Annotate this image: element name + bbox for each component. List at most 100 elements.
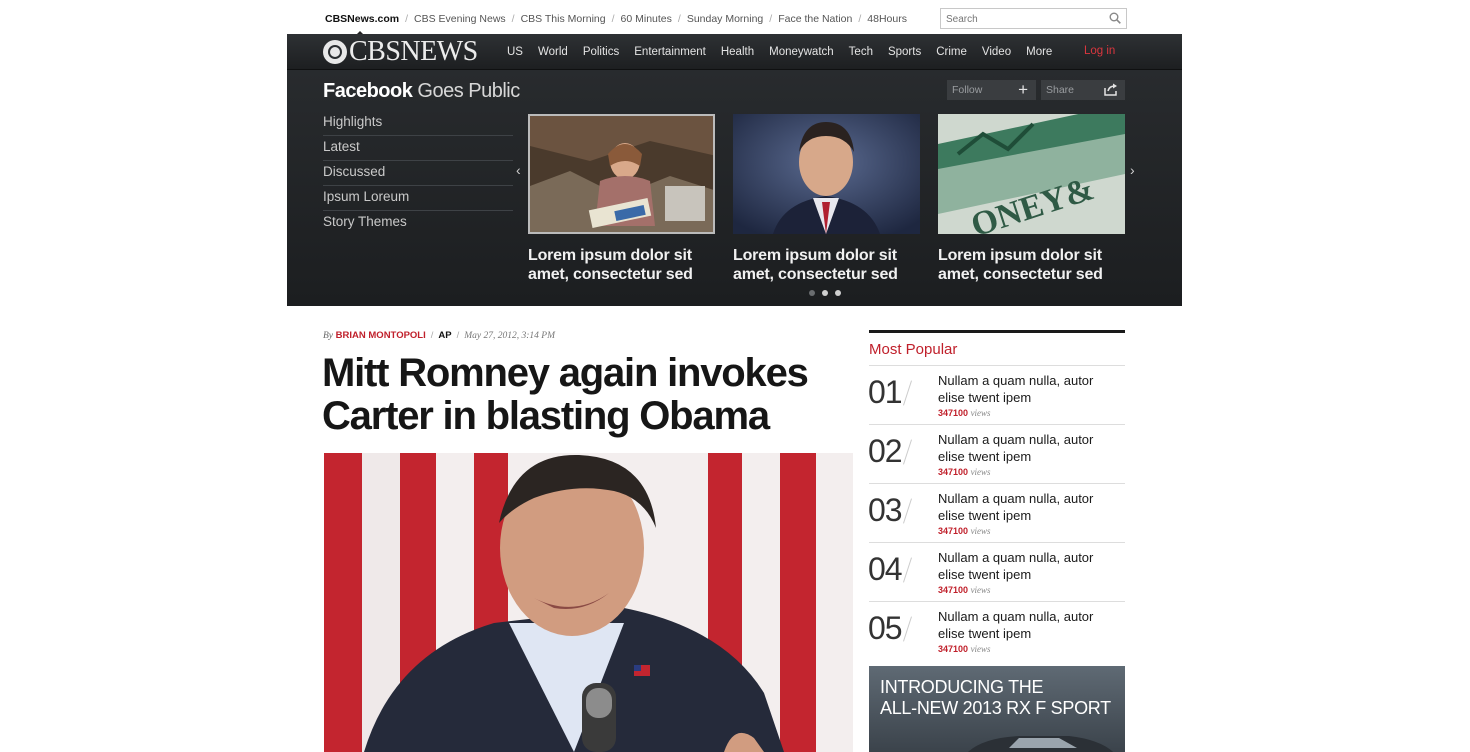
search-input[interactable] [946, 12, 1106, 26]
slide-image-romney-portrait [733, 114, 920, 234]
separator: / [677, 13, 681, 25]
slide-caption: Lorem ipsum dolor sit amet, consectetur … [733, 247, 898, 283]
author-link[interactable]: Brian Montopoli [336, 330, 426, 341]
menu-item-highlights[interactable]: Highlights [323, 112, 513, 136]
popular-rank: 03 [868, 492, 903, 528]
popular-item[interactable]: 05 Nullam a quam nulla, autor elise twen… [868, 602, 1125, 660]
separator: / [511, 13, 515, 25]
divider [903, 439, 912, 465]
link-60-minutes[interactable]: 60 Minutes [621, 13, 672, 25]
popular-views: 347100 views [938, 585, 991, 595]
ad-line-2: ALL-NEW 2013 RX F SPORT [880, 698, 1111, 718]
carousel-next-arrow-icon[interactable]: › [1130, 162, 1135, 178]
views-label: views [970, 526, 991, 536]
popular-rank: 01 [868, 374, 903, 410]
separator: / [858, 13, 862, 25]
carousel-dot-active[interactable] [822, 290, 828, 296]
logo-wordmark: CBSNEWS [349, 36, 478, 67]
popular-rank: 02 [868, 433, 903, 469]
network-links: CBSNews.com / CBS Evening News / CBS This Mo… [325, 13, 907, 25]
article-hero-image[interactable] [324, 453, 853, 752]
carousel-slide[interactable]: Lorem ipsum dolor sit amet, consectetur … [528, 114, 715, 284]
separator: / [430, 330, 434, 341]
divider [903, 498, 912, 524]
divider [903, 616, 912, 642]
link-cbsnews[interactable]: CBSNews.com [325, 13, 399, 25]
popular-headline[interactable]: Nullam a quam nulla, autor elise twent i… [938, 372, 1118, 406]
link-evening-news[interactable]: CBS Evening News [414, 13, 506, 25]
popular-item[interactable]: 02 Nullam a quam nulla, autor elise twen… [868, 425, 1125, 484]
byline-prefix: By [323, 331, 334, 341]
views-label: views [970, 467, 991, 477]
nav-health[interactable]: Health [721, 46, 754, 58]
nav-world[interactable]: World [538, 46, 568, 58]
section-nav: US World Politics Entertainment Health M… [507, 34, 1067, 69]
menu-item-story-themes[interactable]: Story Themes [323, 212, 513, 235]
most-popular-widget: Most Popular 01 Nullam a quam nulla, aut… [868, 330, 1125, 660]
feature-title-light: Goes Public [417, 80, 520, 102]
popular-headline[interactable]: Nullam a quam nulla, autor elise twent i… [938, 490, 1118, 524]
divider [903, 557, 912, 583]
link-sunday-morning[interactable]: Sunday Morning [687, 13, 763, 25]
link-48hours[interactable]: 48Hours [867, 13, 907, 25]
cbs-eye-icon [323, 39, 347, 64]
nav-moneywatch[interactable]: Moneywatch [769, 46, 834, 58]
separator: / [611, 13, 615, 25]
carousel-dot[interactable] [835, 290, 841, 296]
popular-rank: 04 [868, 551, 903, 587]
carousel-slide[interactable]: ONEY& Lorem ipsum dolor sit amet, consec… [938, 114, 1125, 284]
nav-sports[interactable]: Sports [888, 46, 921, 58]
menu-item-ipsum-loreum[interactable]: Ipsum Loreum [323, 187, 513, 211]
login-link[interactable]: Log in [1084, 45, 1115, 57]
popular-views: 347100 views [938, 467, 991, 477]
separator: / [405, 13, 409, 25]
menu-item-latest[interactable]: Latest [323, 137, 513, 161]
popular-views: 347100 views [938, 526, 991, 536]
nav-us[interactable]: US [507, 46, 523, 58]
carousel-prev-arrow-icon[interactable]: ‹ [516, 162, 521, 178]
popular-item[interactable]: 03 Nullam a quam nulla, autor elise twen… [868, 484, 1125, 543]
search-box [940, 8, 1127, 29]
nav-video[interactable]: Video [982, 46, 1011, 58]
nav-more[interactable]: More [1026, 46, 1052, 58]
plus-icon: + [1018, 80, 1028, 99]
views-label: views [970, 585, 991, 595]
article-date: May 27, 2012, 3:14 PM [464, 331, 555, 341]
car-image [967, 736, 1114, 752]
popular-headline[interactable]: Nullam a quam nulla, autor elise twent i… [938, 431, 1118, 465]
popular-headline[interactable]: Nullam a quam nulla, autor elise twent i… [938, 608, 1118, 642]
carousel-slide[interactable]: Lorem ipsum dolor sit amet, consectetur … [733, 114, 920, 284]
popular-views: 347100 views [938, 408, 991, 418]
search-icon[interactable] [1109, 12, 1121, 24]
separator: / [456, 330, 460, 341]
views-label: views [970, 644, 991, 654]
nav-crime[interactable]: Crime [936, 46, 967, 58]
menu-item-discussed[interactable]: Discussed [323, 162, 513, 186]
link-face-the-nation[interactable]: Face the Nation [778, 13, 852, 25]
nav-entertainment[interactable]: Entertainment [634, 46, 706, 58]
popular-item[interactable]: 01 Nullam a quam nulla, autor elise twen… [868, 366, 1125, 425]
carousel-dot[interactable] [809, 290, 815, 296]
most-popular-title: Most Popular [869, 333, 1125, 366]
views-count: 347100 [938, 526, 969, 536]
share-label: Share [1046, 84, 1075, 96]
share-button[interactable]: Share [1041, 80, 1125, 100]
feature-title: Facebook Goes Public [323, 80, 520, 103]
views-count: 347100 [938, 585, 969, 595]
main-navbar: CBSNEWS US World Politics Entertainment … [287, 34, 1182, 70]
advertisement[interactable]: INTRODUCING THE ALL-NEW 2013 RX F SPORT [869, 666, 1125, 752]
follow-label: Follow [952, 84, 983, 96]
views-count: 347100 [938, 408, 969, 418]
ad-line-1: INTRODUCING THE [880, 677, 1044, 697]
carousel-pagination [809, 290, 848, 296]
views-label: views [970, 408, 991, 418]
cbsnews-logo[interactable]: CBSNEWS [323, 36, 478, 67]
popular-item[interactable]: 04 Nullam a quam nulla, autor elise twen… [868, 543, 1125, 602]
nav-tech[interactable]: Tech [849, 46, 873, 58]
slide-caption: Lorem ipsum dolor sit amet, consectetur … [938, 247, 1103, 283]
nav-politics[interactable]: Politics [583, 46, 619, 58]
follow-button[interactable]: Follow + [947, 80, 1036, 100]
link-this-morning[interactable]: CBS This Morning [521, 13, 606, 25]
popular-headline[interactable]: Nullam a quam nulla, autor elise twent i… [938, 549, 1118, 583]
share-icon [1104, 83, 1117, 96]
